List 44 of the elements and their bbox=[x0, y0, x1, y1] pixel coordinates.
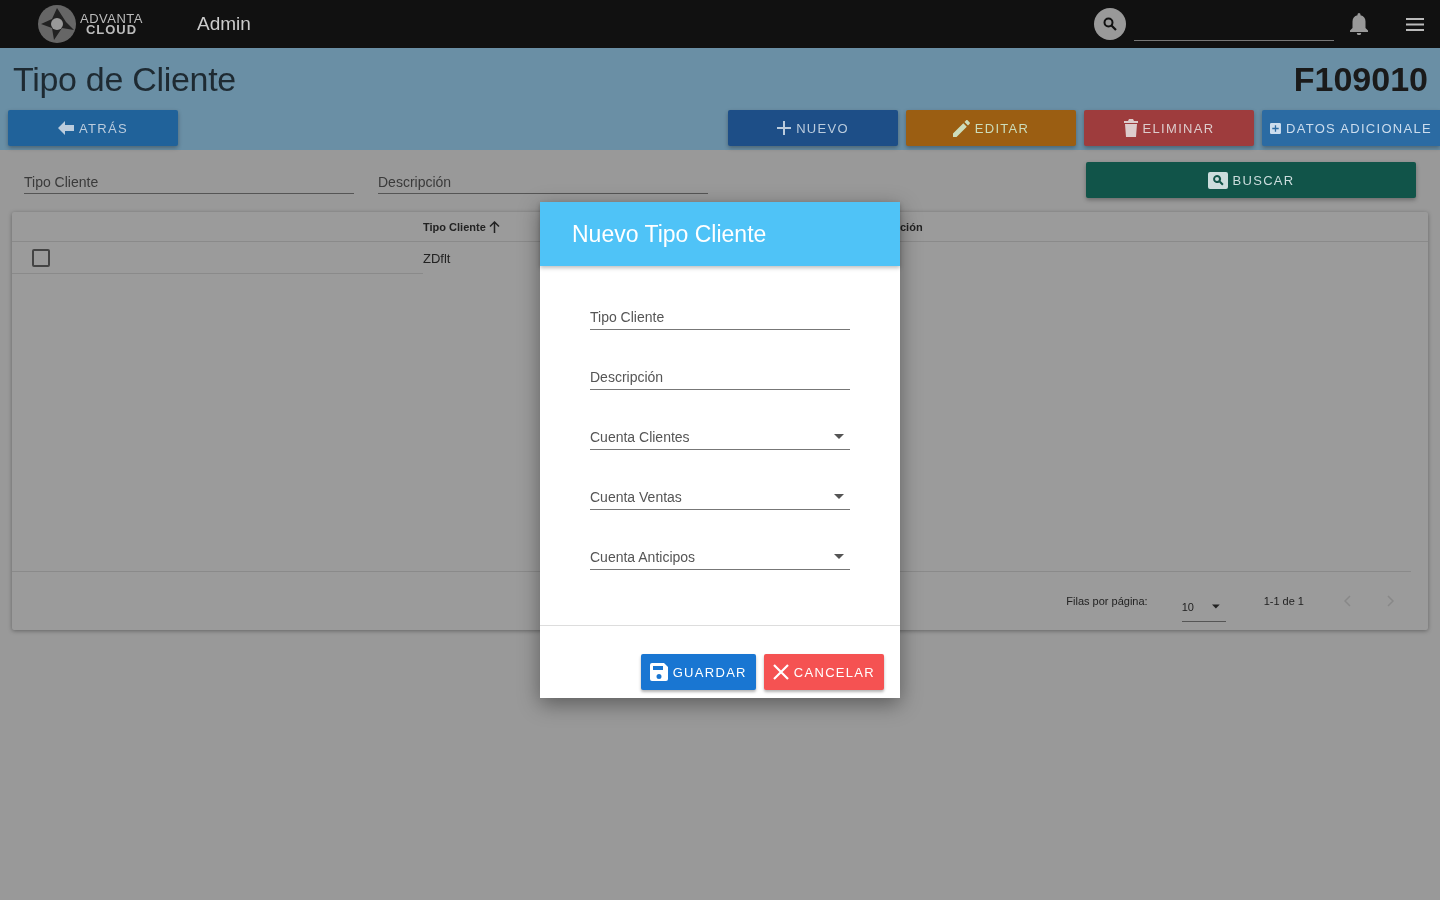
cancel-button[interactable]: CANCELAR bbox=[763, 654, 884, 690]
sort-arrow-icon bbox=[488, 220, 500, 233]
logo-text: CLOUD bbox=[85, 24, 138, 35]
back-button[interactable]: ATRÁS bbox=[8, 110, 178, 146]
bell-icon[interactable] bbox=[1350, 13, 1368, 35]
page-title: Tipo de Cliente bbox=[13, 59, 236, 99]
menu-icon[interactable] bbox=[1406, 17, 1424, 31]
save-button[interactable]: GUARDAR bbox=[640, 654, 756, 690]
text-field[interactable]: Tipo Cliente bbox=[590, 304, 850, 330]
form-code: F109010 bbox=[1293, 59, 1428, 99]
filter-field[interactable]: Tipo Cliente bbox=[24, 170, 354, 194]
row-checkbox[interactable] bbox=[32, 248, 50, 267]
rows-per-page-label: Filas por página: bbox=[1066, 595, 1148, 607]
column-header[interactable]: Tipo Cliente bbox=[423, 220, 486, 233]
search-icon bbox=[1207, 171, 1228, 189]
column-header[interactable]: ción bbox=[900, 220, 923, 233]
new-button[interactable]: NUEVO bbox=[728, 110, 898, 146]
text-field[interactable]: Descripción bbox=[590, 364, 850, 390]
search-button[interactable]: BUSCAR bbox=[1086, 162, 1416, 198]
filter-field[interactable]: Descripción bbox=[378, 170, 708, 194]
caret-down-icon bbox=[834, 554, 844, 559]
caret-down-icon bbox=[834, 434, 844, 439]
select-field[interactable]: Cuenta Ventas bbox=[590, 484, 850, 510]
arrow-left-icon bbox=[58, 121, 75, 135]
caret-down-icon bbox=[834, 494, 844, 499]
logo-text: ADVANTA bbox=[80, 13, 143, 24]
search-button[interactable] bbox=[1094, 8, 1126, 40]
table-cell: ZDflt bbox=[423, 250, 451, 266]
search-icon bbox=[1103, 17, 1117, 31]
plus-icon bbox=[777, 121, 792, 135]
select-field[interactable]: Cuenta Anticipos bbox=[590, 544, 850, 570]
app-title: Admin bbox=[197, 13, 251, 35]
rows-per-page-select[interactable]: 10 bbox=[1181, 592, 1226, 622]
trash-icon bbox=[1123, 119, 1138, 137]
page-range: 1-1 de 1 bbox=[1263, 595, 1304, 607]
additional-data-button[interactable]: DATOS ADICIONALE bbox=[1262, 110, 1440, 146]
delete-button[interactable]: ELIMINAR bbox=[1084, 110, 1254, 146]
pencil-icon bbox=[952, 119, 970, 137]
select-field[interactable]: Cuenta Clientes bbox=[590, 424, 850, 450]
dialog-title: Nuevo Tipo Cliente bbox=[572, 220, 767, 248]
edit-button[interactable]: EDITAR bbox=[906, 110, 1076, 146]
caret-down-icon bbox=[1211, 604, 1220, 609]
logo-icon bbox=[36, 4, 78, 44]
close-icon bbox=[772, 664, 789, 680]
